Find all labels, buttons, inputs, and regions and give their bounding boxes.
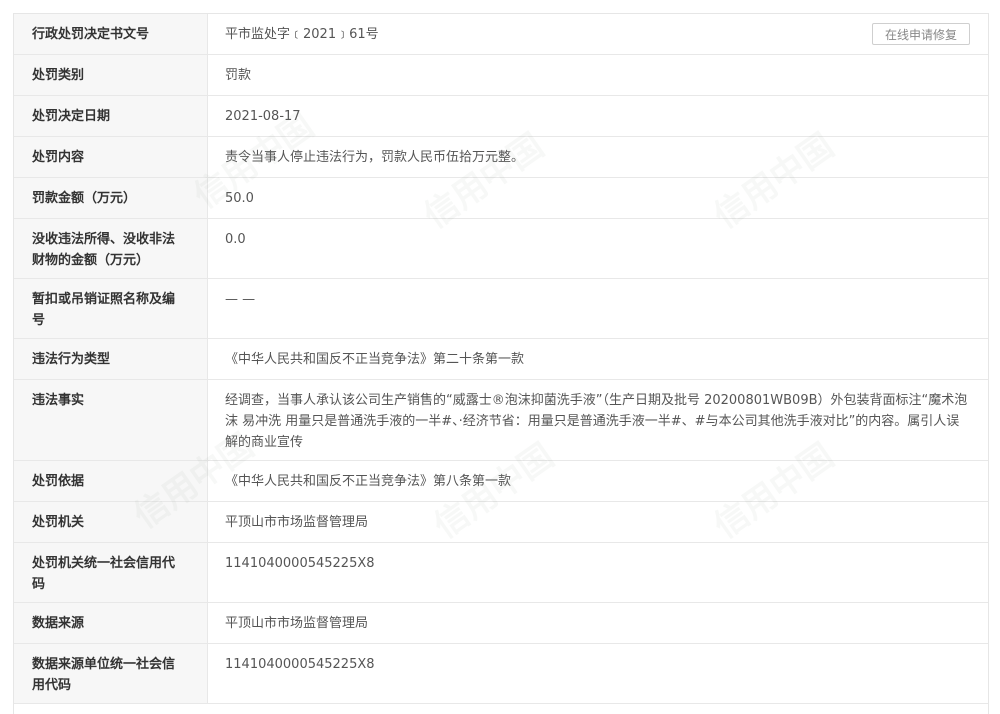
table-row: 罚款金额（万元） 50.0 <box>14 178 988 219</box>
row-value: 经调查，当事人承认该公司生产销售的“威露士®泡沫抑菌洗手液”（生产日期及批号 2… <box>225 393 968 450</box>
row-label: 违法事实 <box>14 380 208 460</box>
penalty-detail-table: 行政处罚决定书文号 平市监处字﹝2021﹞61号 在线申请修复 处罚类别 罚款 … <box>13 13 989 714</box>
row-value: 0.0 <box>225 232 246 247</box>
row-label: 处罚决定日期 <box>14 96 208 136</box>
row-label: 数据来源单位统一社会信用代码 <box>14 644 208 703</box>
table-row: 违法行为类型 《中华人民共和国反不正当竞争法》第二十条第一款 <box>14 339 988 380</box>
table-row: 数据来源 平顶山市市场监督管理局 <box>14 603 988 644</box>
row-value: 《中华人民共和国反不正当竞争法》第八条第一款 <box>225 474 512 489</box>
table-row: 处罚内容 责令当事人停止违法行为，罚款人民币伍拾万元整。 <box>14 137 988 178</box>
row-label: 违法行为类型 <box>14 339 208 379</box>
row-label: 处罚机关 <box>14 502 208 542</box>
table-row: 数据来源单位统一社会信用代码 1141040000545225X8 <box>14 644 988 704</box>
row-value: 平顶山市市场监督管理局 <box>225 616 369 631</box>
decision-number: 平市监处字﹝2021﹞61号 <box>225 27 379 42</box>
table-row: 没收违法所得、没收非法财物的金额（万元） 0.0 <box>14 219 988 279</box>
table-row: 处罚类别 罚款 <box>14 55 988 96</box>
row-label: 数据来源 <box>14 603 208 643</box>
row-label: 处罚内容 <box>14 137 208 177</box>
table-row: 处罚机关统一社会信用代码 1141040000545225X8 <box>14 543 988 603</box>
table-row: 处罚决定日期 2021-08-17 <box>14 96 988 137</box>
row-value: 责令当事人停止违法行为，罚款人民币伍拾万元整。 <box>225 150 525 165</box>
row-value: 1141040000545225X8 <box>225 657 375 672</box>
row-value: 50.0 <box>225 191 254 206</box>
row-label: 暂扣或吊销证照名称及编号 <box>14 279 208 338</box>
row-label: 行政处罚决定书文号 <box>14 14 208 54</box>
table-row: 处罚机关 平顶山市市场监督管理局 <box>14 502 988 543</box>
table-row: 处罚依据 《中华人民共和国反不正当竞争法》第八条第一款 <box>14 461 988 502</box>
table-row: 暂扣或吊销证照名称及编号 — — <box>14 279 988 339</box>
table-row: 行政处罚决定书文号 平市监处字﹝2021﹞61号 在线申请修复 <box>14 14 988 55</box>
row-label: 罚款金额（万元） <box>14 178 208 218</box>
table-row: 违法事实 经调查，当事人承认该公司生产销售的“威露士®泡沫抑菌洗手液”（生产日期… <box>14 380 988 461</box>
online-repair-button[interactable]: 在线申请修复 <box>871 23 970 45</box>
row-value: 1141040000545225X8 <box>225 556 375 571</box>
row-label: 处罚依据 <box>14 461 208 501</box>
row-label: 处罚类别 <box>14 55 208 95</box>
row-value: — — <box>225 292 256 307</box>
row-value: 罚款 <box>225 68 252 83</box>
row-value: 《中华人民共和国反不正当竞争法》第二十条第一款 <box>225 352 525 367</box>
row-label: 没收违法所得、没收非法财物的金额（万元） <box>14 219 208 278</box>
row-label: 处罚机关统一社会信用代码 <box>14 543 208 602</box>
row-value: 平顶山市市场监督管理局 <box>225 515 369 530</box>
row-value: 平市监处字﹝2021﹞61号 在线申请修复 <box>208 14 988 54</box>
row-value: 2021-08-17 <box>225 109 301 124</box>
